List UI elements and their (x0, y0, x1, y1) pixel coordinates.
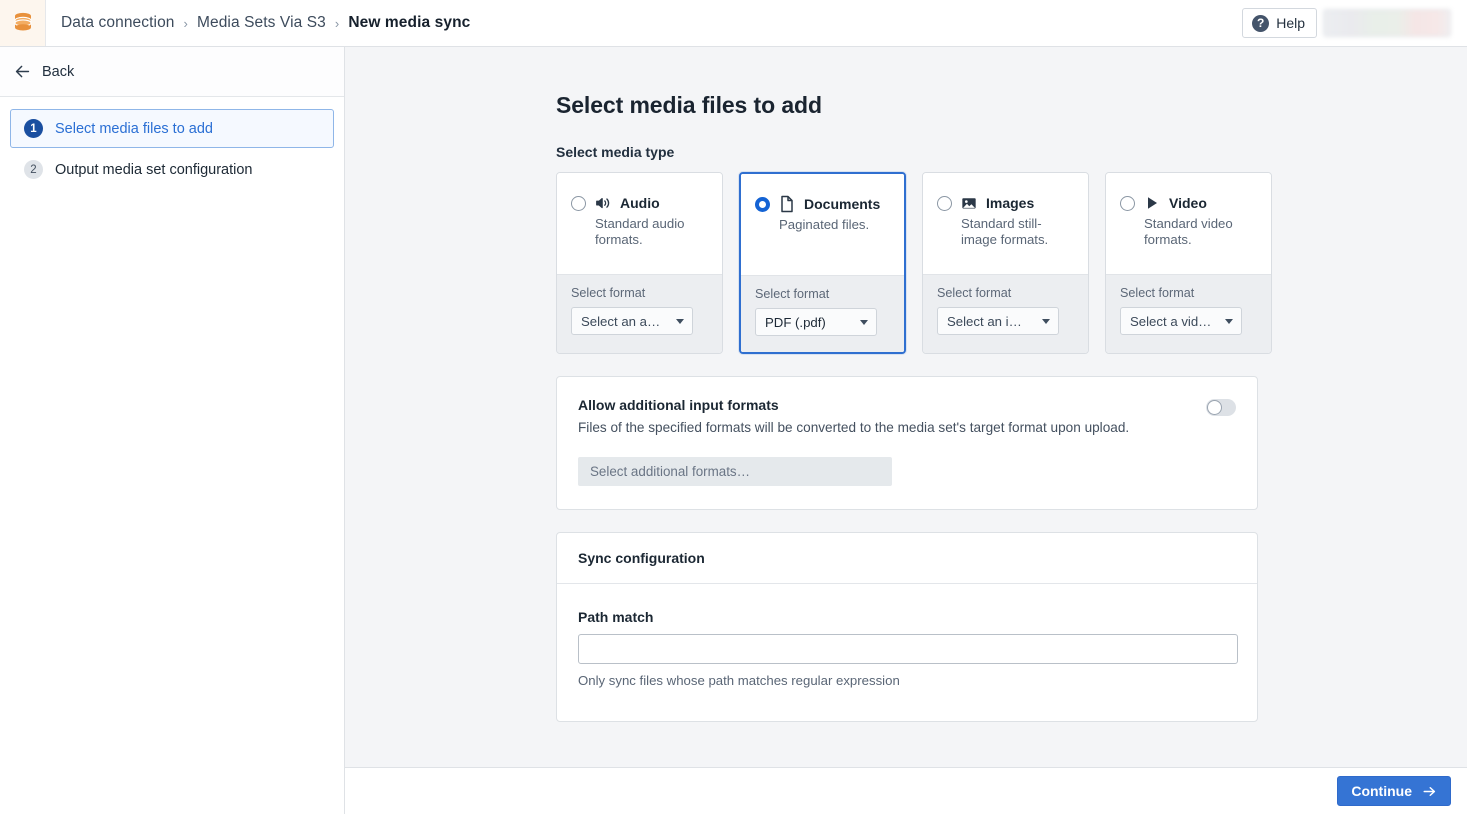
allow-additional-formats-toggle[interactable] (1206, 399, 1236, 416)
breadcrumb-item-media-sets-via-s3[interactable]: Media Sets Via S3 (197, 14, 326, 32)
card-head: Video (1120, 195, 1257, 211)
format-select-value: Select an a… (581, 313, 661, 329)
media-type-description: Standard video formats. (1144, 216, 1233, 247)
image-icon (961, 195, 977, 211)
breadcrumb: Data connection › Media Sets Via S3 › Ne… (61, 14, 470, 32)
format-select-documents[interactable]: PDF (.pdf) (755, 308, 877, 336)
question-circle-icon: ? (1252, 14, 1270, 32)
breadcrumb-separator: › (183, 15, 188, 31)
speaker-icon (595, 195, 611, 211)
media-type-description: Standard audio formats. (595, 216, 685, 247)
step-list: 1 Select media files to add 2 Output med… (0, 97, 344, 189)
breadcrumb-item-data-connection[interactable]: Data connection (61, 14, 175, 32)
sidebar: Back 1 Select media files to add 2 Outpu… (0, 47, 345, 814)
continue-button-label: Continue (1351, 783, 1412, 799)
help-button-label: Help (1276, 15, 1305, 31)
sidebar-step-select-media-files[interactable]: 1 Select media files to add (10, 109, 334, 148)
continue-button[interactable]: Continue (1337, 776, 1451, 806)
media-type-description: Standard still-image formats. (961, 216, 1049, 247)
media-type-name: Images (986, 195, 1035, 211)
media-type-name: Audio (620, 195, 660, 211)
additional-formats-panel: Allow additional input formats Files of … (556, 376, 1258, 510)
card-head: Images (937, 195, 1074, 211)
media-type-card-audio[interactable]: Audio Standard audio formats. Select for… (556, 172, 723, 354)
chevron-down-icon (1042, 318, 1050, 324)
card-top: Video Standard video formats. (1106, 173, 1271, 274)
card-bottom: Select format PDF (.pdf) (741, 275, 904, 352)
top-bar: Data connection › Media Sets Via S3 › Ne… (0, 0, 1467, 47)
page-title: Select media files to add (556, 92, 822, 118)
format-select-video[interactable]: Select a vid… (1120, 307, 1242, 335)
additional-formats-placeholder: Select additional formats… (590, 464, 751, 479)
step-number-badge: 1 (24, 119, 43, 138)
media-type-card-images[interactable]: Images Standard still-image formats. Sel… (922, 172, 1089, 354)
media-type-card-video[interactable]: Video Standard video formats. Select for… (1105, 172, 1272, 354)
card-bottom: Select format Select an i… (923, 274, 1088, 353)
path-match-label: Path match (578, 609, 654, 625)
additional-formats-description: Files of the specified formats will be c… (578, 420, 1130, 435)
select-media-type-label: Select media type (556, 144, 675, 160)
format-select-value: Select a vid… (1130, 313, 1212, 329)
radio-documents[interactable] (755, 196, 770, 212)
card-bottom: Select format Select a vid… (1106, 274, 1271, 353)
media-type-description: Paginated files. (779, 217, 870, 232)
sidebar-step-output-media-set-configuration[interactable]: 2 Output media set configuration (10, 150, 334, 189)
footer-bar: Continue (345, 767, 1467, 814)
radio-video[interactable] (1120, 195, 1135, 211)
toggle-knob (1207, 400, 1222, 415)
back-button[interactable]: Back (0, 47, 344, 97)
format-select-value: PDF (.pdf) (765, 314, 826, 330)
chevron-down-icon (860, 319, 868, 325)
radio-images[interactable] (937, 195, 952, 211)
select-format-label: Select format (571, 286, 646, 300)
card-top: Images Standard still-image formats. (923, 173, 1088, 274)
additional-formats-multiselect[interactable]: Select additional formats… (578, 457, 892, 486)
account-widget-redacted[interactable] (1323, 9, 1451, 37)
card-top: Audio Standard audio formats. (557, 173, 722, 274)
play-icon (1144, 195, 1160, 211)
document-icon (779, 195, 795, 213)
chevron-down-icon (1225, 318, 1233, 324)
help-button[interactable]: ? Help (1242, 8, 1317, 38)
format-select-value: Select an i… (947, 313, 1022, 329)
step-number-badge: 2 (24, 160, 43, 179)
app-logo[interactable] (0, 0, 46, 46)
arrow-right-icon (1423, 786, 1436, 796)
media-type-card-documents[interactable]: Documents Paginated files. Select format… (739, 172, 906, 354)
sidebar-step-label: Output media set configuration (55, 161, 253, 178)
card-top: Documents Paginated files. (741, 174, 904, 275)
sync-configuration-panel: Sync configuration Path match Only sync … (556, 532, 1258, 722)
format-select-images[interactable]: Select an i… (937, 307, 1059, 335)
sidebar-step-label: Select media files to add (55, 120, 213, 137)
breadcrumb-item-new-media-sync: New media sync (348, 14, 471, 31)
select-format-label: Select format (755, 287, 830, 301)
path-match-input[interactable] (578, 634, 1238, 664)
format-select-audio[interactable]: Select an a… (571, 307, 693, 335)
database-icon (13, 12, 32, 31)
main-content: Select media files to add Select media t… (345, 47, 1467, 767)
card-bottom: Select format Select an a… (557, 274, 722, 353)
additional-formats-title: Allow additional input formats (578, 397, 779, 413)
arrow-left-icon (15, 65, 30, 78)
sync-configuration-title: Sync configuration (557, 533, 1257, 584)
top-bar-actions: ? Help (1242, 8, 1467, 38)
media-type-name: Video (1169, 195, 1207, 211)
back-button-label: Back (42, 63, 75, 80)
select-format-label: Select format (1120, 286, 1195, 300)
media-type-card-group: Audio Standard audio formats. Select for… (556, 172, 1467, 354)
card-head: Documents (755, 195, 890, 213)
chevron-down-icon (676, 318, 684, 324)
card-head: Audio (571, 195, 708, 211)
path-match-help: Only sync files whose path matches regul… (578, 673, 900, 688)
select-format-label: Select format (937, 286, 1012, 300)
media-type-name: Documents (804, 196, 881, 212)
breadcrumb-separator: › (334, 15, 340, 31)
radio-audio[interactable] (571, 195, 586, 211)
